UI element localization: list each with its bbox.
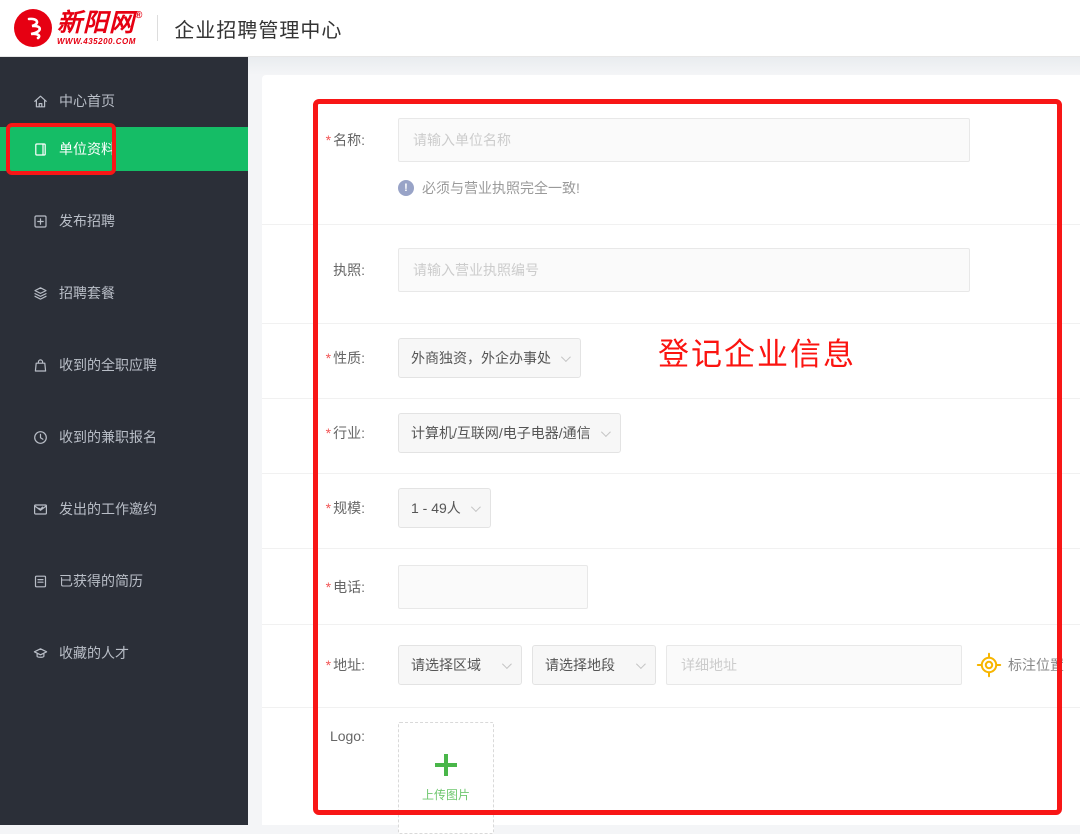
nature-label: * 性质: [325, 350, 365, 366]
sidebar-item-label: 收到的全职应聘 [59, 357, 157, 373]
address-label: * 地址: [325, 657, 365, 673]
name-note-text: 必须与营业执照完全一致! [422, 180, 580, 196]
plus-icon [435, 753, 457, 776]
industry-label: * 行业: [325, 425, 365, 441]
sidebar-nav: 中心首页 单位资料 发布招聘 招聘套餐 收到的全职应聘 收到的兼职报名 发出的工… [0, 57, 248, 825]
book-icon [32, 141, 49, 158]
license-label: 执照: [333, 262, 365, 278]
mark-location-label: 标注位置 [1008, 657, 1064, 673]
clock-icon [32, 429, 49, 446]
target-icon [976, 652, 1002, 678]
district-select[interactable]: 请选择区域 [398, 645, 522, 685]
required-asterisk: * [325, 132, 332, 148]
sidebar-item-obtained-resumes[interactable]: 已获得的简历 [0, 559, 248, 603]
required-asterisk: * [325, 500, 332, 516]
info-icon: ! [398, 180, 414, 196]
business-license-input[interactable] [398, 248, 970, 292]
name-note: ! 必须与营业执照完全一致! [398, 178, 1080, 198]
sidebar-item-home[interactable]: 中心首页 [0, 79, 248, 123]
phone-input[interactable] [398, 565, 588, 609]
sidebar-item-label: 已获得的简历 [59, 573, 143, 589]
graduation-cap-icon [32, 645, 49, 662]
phone-label: * 电话: [325, 579, 365, 595]
logo-upload-button[interactable]: 上传图片 [398, 722, 494, 834]
chevron-down-icon [501, 658, 512, 669]
sidebar-item-label: 中心首页 [59, 93, 115, 109]
sidebar-item-label: 发出的工作邀约 [59, 501, 157, 517]
scale-select[interactable]: 1 - 49人 [398, 488, 491, 528]
company-name-input[interactable] [398, 118, 970, 162]
sidebar-item-label: 收到的兼职报名 [59, 429, 157, 445]
industry-select[interactable]: 计算机/互联网/电子电器/通信 [398, 413, 621, 453]
sidebar-item-label: 发布招聘 [59, 213, 115, 229]
form-row-scale: * 规模: 1 - 49人 [262, 474, 1080, 549]
site-logo[interactable]: 新阳网® WWW.435200.COM [14, 9, 143, 47]
form-row-phone: * 电话: [262, 549, 1080, 625]
layers-icon [32, 285, 49, 302]
chevron-down-icon [470, 501, 481, 512]
name-label: * 名称: [325, 132, 365, 148]
header-shadow-strip [248, 57, 1080, 75]
section-select[interactable]: 请选择地段 [532, 645, 656, 685]
form-row-nature: * 性质: 外商独资，外企办事处 [262, 324, 1080, 399]
envelope-icon [32, 501, 49, 518]
registered-mark: ® [135, 9, 144, 21]
scale-select-value: 1 - 49人 [411, 500, 461, 516]
sidebar-item-saved-talents[interactable]: 收藏的人才 [0, 631, 248, 675]
section-select-value: 请选择地段 [545, 657, 615, 673]
logo-swoosh-icon [14, 9, 52, 47]
sidebar-item-label: 收藏的人才 [59, 645, 129, 661]
sidebar-item-post-job[interactable]: 发布招聘 [0, 199, 248, 243]
district-select-value: 请选择区域 [411, 657, 481, 673]
chevron-down-icon [635, 658, 646, 669]
logo-text: 新阳网® [57, 8, 144, 37]
required-asterisk: * [325, 579, 332, 595]
bag-icon [32, 357, 49, 374]
form-row-logo: Logo: 上传图片 [262, 708, 1080, 834]
nature-select-value: 外商独资，外企办事处 [411, 350, 551, 366]
upload-label: 上传图片 [421, 787, 470, 802]
required-asterisk: * [325, 657, 332, 673]
sidebar-item-parttime-signups[interactable]: 收到的兼职报名 [0, 415, 248, 459]
company-profile-form: *名称: ! 必须与营业执照完全一致! 执照: *性质: 外商独资，外企办事处 … [262, 75, 1080, 834]
form-row-address: *地址: 请选择区域 请选择地段 标注位置 [262, 625, 1080, 708]
sidebar-item-company-profile[interactable]: 单位资料 [0, 127, 248, 171]
logo-url: WWW.435200.COM [57, 36, 136, 46]
app-header: 新阳网® WWW.435200.COM 企业招聘管理中心 [0, 0, 1080, 57]
scale-label: * 规模: [325, 500, 365, 516]
header-divider [157, 15, 159, 41]
detail-address-input[interactable] [666, 645, 962, 685]
chevron-down-icon [560, 351, 571, 362]
sidebar-item-label: 招聘套餐 [59, 285, 115, 301]
resume-icon [32, 573, 49, 590]
sidebar-item-fulltime-applications[interactable]: 收到的全职应聘 [0, 343, 248, 387]
form-row-license: 执照: [262, 225, 1080, 324]
sidebar-item-job-packages[interactable]: 招聘套餐 [0, 271, 248, 315]
plus-square-icon [32, 213, 49, 230]
chevron-down-icon [600, 426, 611, 437]
required-asterisk: * [325, 350, 332, 366]
form-row-industry: * 行业: 计算机/互联网/电子电器/通信 [262, 399, 1080, 474]
logo-label: Logo: [329, 728, 365, 744]
home-icon [32, 93, 49, 110]
sidebar-item-label: 单位资料 [59, 141, 115, 157]
nature-select[interactable]: 外商独资，外企办事处 [398, 338, 581, 378]
page-title: 企业招聘管理中心 [174, 19, 343, 42]
industry-select-value: 计算机/互联网/电子电器/通信 [411, 425, 591, 441]
sidebar-item-sent-invitations[interactable]: 发出的工作邀约 [0, 487, 248, 531]
mark-location-button[interactable]: 标注位置 [976, 652, 1064, 678]
form-row-name: *名称: ! 必须与营业执照完全一致! [262, 75, 1080, 225]
required-asterisk: * [325, 425, 332, 441]
